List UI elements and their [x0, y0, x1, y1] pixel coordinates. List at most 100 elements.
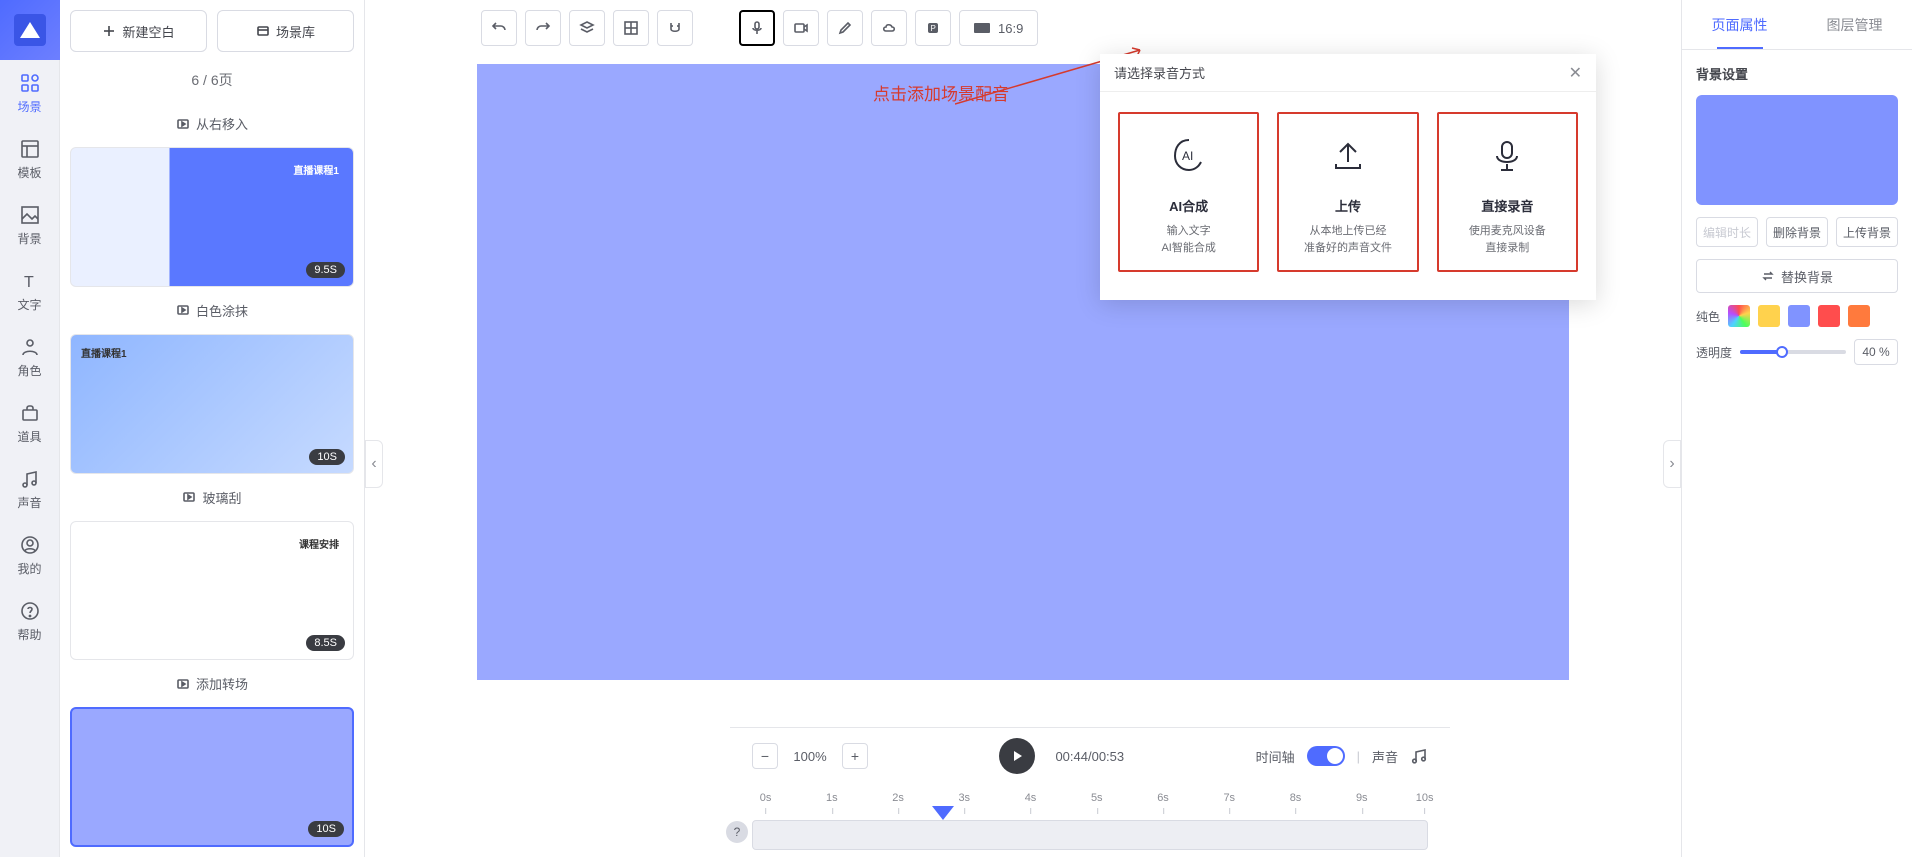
info-button[interactable]: ?: [726, 821, 748, 843]
option-record[interactable]: 直接录音 使用麦克风设备直接录制: [1437, 112, 1578, 272]
collapse-left-panel[interactable]: ‹: [365, 440, 383, 488]
upload-bg-button[interactable]: 上传背景: [1836, 217, 1898, 247]
scene-panel: 新建空白 场景库 6 / 6页 从右移入 直播课程1 9.5S 白色涂抹 直播课…: [60, 0, 365, 857]
zoom-value: 100%: [790, 749, 830, 764]
svg-text:P: P: [931, 24, 936, 33]
nav-props[interactable]: 道具: [0, 390, 60, 456]
cloud-button[interactable]: [871, 10, 907, 46]
nav-help[interactable]: 帮助: [0, 588, 60, 654]
nav-label: 背景: [17, 230, 41, 247]
tab-layer-mgmt[interactable]: 图层管理: [1797, 0, 1912, 49]
edit-duration-button[interactable]: 编辑时长: [1696, 217, 1758, 247]
properties-panel: 页面属性 图层管理 背景设置 编辑时长 删除背景 上传背景 替换背景 纯色 透明…: [1681, 0, 1912, 857]
transition-icon: [176, 117, 190, 131]
preview-button[interactable]: P: [915, 10, 951, 46]
nav-label: 角色: [17, 362, 41, 379]
option-upload[interactable]: 上传 从本地上传已经准备好的声音文件: [1277, 112, 1418, 272]
music-icon: [19, 468, 41, 490]
redo-icon: [535, 20, 551, 36]
tab-page-props[interactable]: 页面属性: [1682, 0, 1797, 49]
timeline-track[interactable]: [752, 820, 1428, 850]
transition-label[interactable]: 从右移入: [70, 108, 354, 139]
zoom-out-button[interactable]: −: [752, 743, 778, 769]
layers-icon: [579, 20, 595, 36]
text-icon: T: [19, 270, 41, 292]
redo-button[interactable]: [525, 10, 561, 46]
magnet-icon: [667, 20, 683, 36]
sound-label: 声音: [1372, 747, 1398, 766]
p-icon: P: [925, 20, 941, 36]
new-blank-button[interactable]: 新建空白: [70, 10, 207, 52]
color-picker-button[interactable]: [1728, 305, 1750, 327]
option-title: AI合成: [1169, 196, 1208, 215]
camera-button[interactable]: [783, 10, 819, 46]
nav-text[interactable]: T 文字: [0, 258, 60, 324]
music-icon[interactable]: [1410, 747, 1428, 765]
zoom-in-button[interactable]: +: [842, 743, 868, 769]
plus-icon: [102, 24, 116, 38]
svg-text:AI: AI: [1182, 149, 1193, 163]
transition-icon: [176, 303, 190, 317]
pencil-icon: [837, 20, 853, 36]
grid-icon: [623, 20, 639, 36]
scene-thumb-1[interactable]: 直播课程1 9.5S: [70, 147, 354, 287]
swatch-blue[interactable]: [1788, 305, 1810, 327]
edit-button[interactable]: [827, 10, 863, 46]
nav-character[interactable]: 角色: [0, 324, 60, 390]
swatch-orange[interactable]: [1848, 305, 1870, 327]
nav-template[interactable]: 模板: [0, 126, 60, 192]
time-ruler[interactable]: 0s 1s 2s 3s 4s 5s 6s 7s 8s 9s 10s: [752, 792, 1428, 814]
snap-button[interactable]: [657, 10, 693, 46]
mic-button[interactable]: [739, 10, 775, 46]
app-logo[interactable]: [0, 0, 60, 60]
nav-label: 文字: [17, 296, 41, 313]
scene-thumb-4[interactable]: 10S: [70, 707, 354, 847]
grid-icon: [19, 72, 41, 94]
transition-label[interactable]: 玻璃刮: [70, 482, 354, 513]
undo-button[interactable]: [481, 10, 517, 46]
nav-mine[interactable]: 我的: [0, 522, 60, 588]
nav-scene[interactable]: 场景: [0, 60, 60, 126]
scene-thumb-2[interactable]: 直播课程1 10S: [70, 334, 354, 474]
svg-text:T: T: [24, 274, 34, 291]
opacity-value: 40 %: [1854, 339, 1898, 365]
modal-close-button[interactable]: ✕: [1569, 63, 1582, 83]
swatch-red[interactable]: [1818, 305, 1840, 327]
background-icon: [19, 204, 41, 226]
duration-badge: 8.5S: [306, 635, 345, 651]
mic-icon: [749, 20, 765, 36]
option-title: 直接录音: [1481, 196, 1533, 215]
grid-button[interactable]: [613, 10, 649, 46]
transition-label[interactable]: 白色涂抹: [70, 295, 354, 326]
nav-label: 帮助: [17, 626, 41, 643]
swatch-yellow[interactable]: [1758, 305, 1780, 327]
left-nav-rail: 场景 模板 背景 T 文字 角色 道具 声音 我的 帮助: [0, 0, 60, 857]
duration-badge: 10S: [308, 821, 344, 837]
scene-thumb-3[interactable]: 课程安排 8.5S: [70, 521, 354, 661]
button-label: 新建空白: [122, 22, 174, 41]
nav-background[interactable]: 背景: [0, 192, 60, 258]
nav-sound[interactable]: 声音: [0, 456, 60, 522]
undo-icon: [491, 20, 507, 36]
annotation-text: 点击添加场景配音: [873, 80, 1009, 105]
layers-button[interactable]: [569, 10, 605, 46]
add-transition[interactable]: 添加转场: [70, 668, 354, 699]
duration-badge: 10S: [309, 449, 345, 465]
opacity-slider[interactable]: [1740, 350, 1846, 354]
recording-modal: 请选择录音方式 ✕ AI AI合成 输入文字AI智能合成 上传 从本地上传已经准…: [1100, 54, 1596, 300]
collapse-right-panel[interactable]: ›: [1663, 440, 1681, 488]
ratio-icon: [974, 23, 990, 33]
timeline-toggle[interactable]: [1307, 746, 1345, 766]
help-icon: [19, 600, 41, 622]
nav-label: 模板: [17, 164, 41, 181]
modal-title: 请选择录音方式: [1114, 63, 1205, 82]
nav-label: 我的: [17, 560, 41, 577]
play-button[interactable]: [999, 738, 1035, 774]
option-ai-synthesis[interactable]: AI AI合成 输入文字AI智能合成: [1118, 112, 1259, 272]
aspect-ratio-button[interactable]: 16:9: [959, 10, 1038, 46]
playhead[interactable]: [932, 806, 954, 820]
bg-preview[interactable]: [1696, 95, 1898, 205]
replace-bg-button[interactable]: 替换背景: [1696, 259, 1898, 293]
delete-bg-button[interactable]: 删除背景: [1766, 217, 1828, 247]
scene-lib-button[interactable]: 场景库: [217, 10, 354, 52]
